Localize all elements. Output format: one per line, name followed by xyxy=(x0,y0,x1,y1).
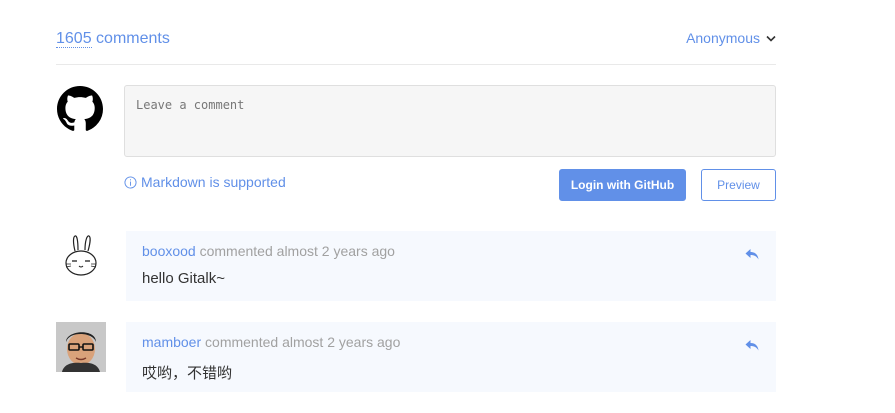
avatar[interactable] xyxy=(56,322,106,372)
comments-header: 1605 comments Anonymous xyxy=(56,28,776,65)
github-icon xyxy=(57,86,103,131)
comment-body: hello Gitalk~ xyxy=(142,270,225,287)
comment-count-label: comments xyxy=(91,30,170,47)
chevron-down-icon[interactable] xyxy=(766,35,776,42)
preview-button[interactable]: Preview xyxy=(701,169,776,201)
markdown-tip-link[interactable]: Markdown is supported xyxy=(124,174,286,190)
comment-time[interactable]: almost 2 years ago xyxy=(277,243,395,259)
comment-count-number[interactable]: 1605 xyxy=(56,30,92,48)
rabbit-avatar-icon xyxy=(57,231,105,279)
user-name[interactable]: Anonymous xyxy=(686,30,760,46)
comment-meta: mamboer commented almost 2 years ago xyxy=(142,334,400,350)
reply-icon[interactable] xyxy=(744,337,760,353)
comment-author[interactable]: mamboer xyxy=(142,334,201,350)
comment-meta: booxood commented almost 2 years ago xyxy=(142,243,395,259)
comment-input[interactable] xyxy=(124,85,776,157)
comment-action: commented xyxy=(205,334,279,350)
user-menu[interactable]: Anonymous xyxy=(686,30,776,46)
comment-author[interactable]: booxood xyxy=(142,243,196,259)
avatar[interactable] xyxy=(57,231,105,279)
info-icon xyxy=(124,175,137,189)
markdown-tip-label: Markdown is supported xyxy=(141,174,286,190)
gitalk-container: 1605 comments Anonymous Markdown is supp… xyxy=(0,0,895,413)
reply-icon[interactable] xyxy=(744,246,760,262)
comment-action: commented xyxy=(199,243,273,259)
comment-card: booxood commented almost 2 years ago hel… xyxy=(126,231,776,301)
comment-body: 哎哟，不错哟 xyxy=(142,365,233,382)
comment-time[interactable]: almost 2 years ago xyxy=(282,334,400,350)
login-with-github-button[interactable]: Login with GitHub xyxy=(559,169,686,201)
comment-card: mamboer commented almost 2 years ago 哎哟，… xyxy=(126,322,776,392)
person-avatar-icon xyxy=(56,322,106,372)
comment-count: 1605 comments xyxy=(56,30,170,48)
